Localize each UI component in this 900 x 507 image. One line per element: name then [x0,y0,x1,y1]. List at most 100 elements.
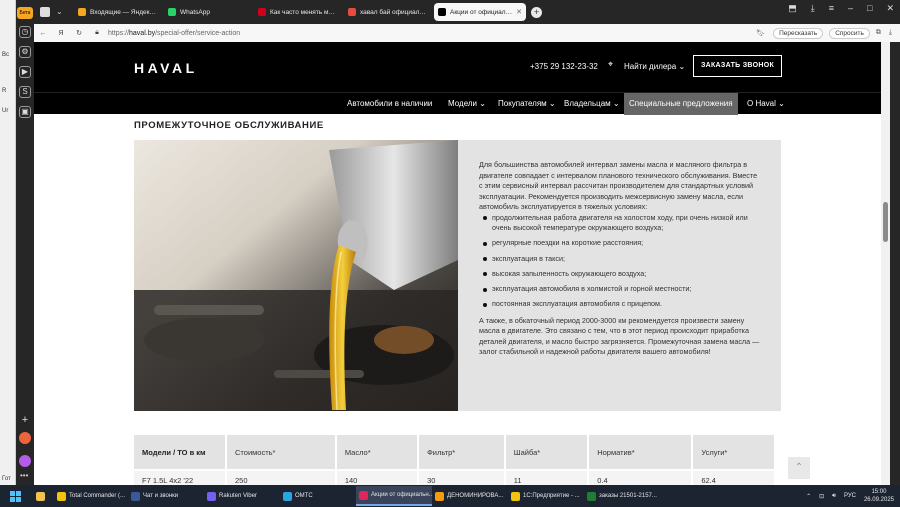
bookmark-manager-icon[interactable]: ⬒ [788,3,797,14]
close-icon[interactable]: ✕ [886,3,894,14]
scrollbar-thumb[interactable] [883,202,888,242]
table-cell: F7 1.5L 4x2 '22 [134,469,227,485]
condition-item: продолжительная работа двигателя на холо… [479,213,761,234]
browser-side-panel: Бета ◷ ⚙ ▶ S ▣ + ••• [16,0,34,485]
info-panel: Для большинства автомобилей интервал зам… [458,140,781,411]
download-icon[interactable]: ⤓ [889,29,892,37]
chevron-down-icon[interactable]: ⌄ [56,7,66,17]
nav-item-label: Специальные предложения [629,99,733,108]
find-dealer-label: Найти дилера [624,62,677,71]
nav-item[interactable]: О Haval ⌄ [742,93,790,115]
yandex-icon[interactable]: Я [52,30,70,37]
tab-label: хавал бай официальный [360,8,428,16]
taskbar-item-label: 1С:Предприятие - ... [523,493,580,499]
chevron-down-icon: ⌄ [548,99,556,108]
more-icon[interactable]: ••• [20,471,28,480]
refresh-icon[interactable]: ↻ [70,29,88,37]
oil-pour-image [134,140,458,411]
taskbar-item[interactable]: Чат и звонки [128,486,204,506]
tab-group-icon[interactable] [40,7,50,17]
minimize-icon[interactable]: – [848,3,853,14]
browser-tab[interactable]: Акции от официального дилера✕ [434,3,526,21]
taskbar-item-label: ДЕНОМИНИРОВА... [447,493,504,499]
ask-button[interactable]: Спросить [829,27,870,39]
tab-label: WhatsApp [180,8,210,16]
scroll-to-top-button[interactable]: ⌃ [788,457,810,479]
taskbar-item-label: заказы 21501-2157... [599,493,657,499]
outro-text: А также, в обкаточный период 2000-3000 к… [479,315,760,357]
haval-logo[interactable]: HAVAL [134,60,198,76]
new-tab-button[interactable]: + [531,6,542,18]
alice-icon[interactable] [19,455,31,467]
taskbar-item[interactable]: 1С:Предприятие - ... [508,486,584,506]
history-icon[interactable]: ◷ [19,26,31,38]
bookmark-icon[interactable]: 🔖︎ [756,29,765,37]
taskbar-item[interactable]: ДЕНОМИНИРОВА... [432,486,508,506]
find-dealer-link[interactable]: Найти дилера ⌄ [624,62,685,71]
phone-number[interactable]: +375 29 132-23-32 [530,62,598,71]
language-indicator[interactable]: РУС [844,493,856,499]
menu-icon[interactable]: ≡ [829,3,834,14]
nav-item[interactable]: Покупателям ⌄ [493,93,561,115]
browser-tab[interactable]: Как часто менять моторное масло [254,3,342,21]
beta-badge: Бета [17,7,33,19]
url-field[interactable]: https://haval.by/special-offer/service-a… [108,30,756,37]
chevron-down-icon: ⌄ [778,99,785,108]
clock-time: 15:00 [871,489,887,495]
yandex-app-icon[interactable] [19,432,31,444]
taskbar-item[interactable]: ОМТС [280,486,356,506]
app-icon [511,491,520,501]
taskbar-item-label: ОМТС [295,493,313,499]
tab-close-icon[interactable]: ✕ [516,8,522,16]
table-cell: 0.4 [588,469,694,485]
table-header: Шайба* [504,435,590,470]
taskbar-item[interactable]: Total Commander (... [54,486,128,506]
nav-item[interactable]: Владельцам ⌄ [559,93,625,115]
apps-icon[interactable]: S [19,86,31,98]
table-header: Фильтр* [418,435,506,470]
web-page: HAVAL +375 29 132-23-32 ⌖ Найти дилера ⌄… [34,42,881,485]
scrollbar[interactable] [881,42,890,485]
settings-icon[interactable]: ⚙ [19,46,31,58]
back-icon[interactable]: ← [34,30,52,37]
translate-button[interactable]: Пересказать [773,27,824,39]
downloads-icon[interactable]: ⤓ [811,3,815,14]
location-pin-icon: ⌖ [608,59,614,69]
app-icon [207,491,216,501]
network-icon[interactable]: ⊡ [819,493,824,500]
taskbar-item[interactable]: заказы 21501-2157... [584,486,660,506]
browser-tab[interactable]: Входящие — Яндекс Почта [74,3,162,21]
chevron-down-icon: ⌄ [678,62,686,71]
table-header: Стоимость* [226,435,337,470]
file-explorer-icon[interactable] [30,486,54,506]
tray-chevron-icon[interactable]: ⌃ [806,493,811,500]
taskbar-item[interactable]: Rakuten Viber [204,486,280,506]
nav-item[interactable]: Автомобили в наличии [342,93,437,115]
start-button[interactable] [0,485,30,507]
windows-icon [9,490,21,502]
app-icon [435,491,444,501]
address-bar: ← Я ↻ 🔒︎ https://haval.by/special-offer/… [34,24,900,42]
clock[interactable]: 15:00 26.09.2025 [864,488,894,504]
site-header: HAVAL +375 29 132-23-32 ⌖ Найти дилера ⌄… [34,42,881,92]
nav-item[interactable]: Модели ⌄ [443,93,491,115]
browser-tab[interactable]: хавал бай официальный [344,3,432,21]
taskbar-item[interactable]: Акции от официальн... [356,486,432,506]
sidebar-grid-icon[interactable]: ▣ [19,106,31,118]
play-icon[interactable]: ▶ [19,66,31,78]
nav-item[interactable]: Специальные предложения [624,93,738,115]
callback-button[interactable]: ЗАКАЗАТЬ ЗВОНОК [693,55,782,77]
nav-item-label: Покупателям [498,99,547,108]
nav-item-label: Модели [448,99,478,108]
service-price-table: Модели / ТО в км Стоимость* Масло* Фильтр* Ш… [134,435,834,485]
volume-icon[interactable]: 🔊︎ [832,493,836,500]
maximize-icon[interactable]: □ [867,3,872,14]
table-header: Модели / ТО в км [134,435,227,470]
app-icon [587,491,596,501]
taskbar-item-label: Акции от официальн... [371,492,432,498]
browser-tab[interactable]: WhatsApp [164,3,252,21]
taskbar-item-label: Rakuten Viber [219,493,257,499]
nav-item-label: Автомобили в наличии [347,99,433,108]
share-icon[interactable]: ⧉ [876,29,881,37]
add-icon[interactable]: + [19,415,31,427]
